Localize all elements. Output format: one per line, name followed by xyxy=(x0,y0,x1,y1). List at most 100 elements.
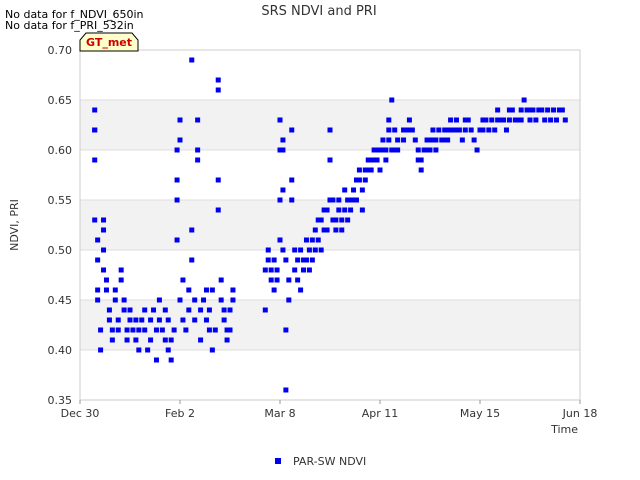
y-tick-label: 0.45 xyxy=(48,294,73,307)
data-point xyxy=(306,267,312,273)
data-point xyxy=(309,237,315,243)
data-point xyxy=(192,297,198,303)
data-point xyxy=(136,327,142,333)
data-point xyxy=(374,157,380,163)
data-point xyxy=(462,127,468,133)
data-point xyxy=(92,217,98,223)
data-point xyxy=(168,357,174,363)
data-point xyxy=(186,287,192,293)
data-point xyxy=(268,267,274,273)
data-point xyxy=(92,107,98,113)
y-axis-label: NDVI, PRI xyxy=(8,199,21,251)
data-point xyxy=(377,167,383,173)
data-point xyxy=(127,307,133,313)
data-point xyxy=(171,327,177,333)
data-point xyxy=(401,137,407,143)
data-point xyxy=(277,237,283,243)
data-point xyxy=(106,317,112,323)
data-point xyxy=(383,147,389,153)
data-point xyxy=(209,287,215,293)
data-point xyxy=(106,307,112,313)
data-point xyxy=(295,257,301,263)
data-point xyxy=(468,127,474,133)
data-point xyxy=(436,127,442,133)
data-point xyxy=(103,277,109,283)
note-no-data-pri: No data for f_PRI_532in xyxy=(5,19,134,32)
data-point xyxy=(386,137,392,143)
data-point xyxy=(292,247,298,253)
data-point xyxy=(289,197,295,203)
data-point xyxy=(318,247,324,253)
data-point xyxy=(209,347,215,353)
data-point xyxy=(277,197,283,203)
data-point xyxy=(486,127,492,133)
data-point xyxy=(230,287,236,293)
data-point xyxy=(165,317,171,323)
data-point xyxy=(133,337,139,343)
data-point xyxy=(121,297,127,303)
data-point xyxy=(301,267,307,273)
data-point xyxy=(133,317,139,323)
data-point xyxy=(115,327,121,333)
data-point xyxy=(92,127,98,133)
data-point xyxy=(518,117,524,123)
data-point xyxy=(539,107,545,113)
data-point xyxy=(465,117,471,123)
data-point xyxy=(530,107,536,113)
data-point xyxy=(101,247,107,253)
legend-label: PAR-SW NDVI xyxy=(293,455,366,468)
data-point xyxy=(474,147,480,153)
data-point xyxy=(101,217,107,223)
data-point xyxy=(356,167,362,173)
data-point xyxy=(156,297,162,303)
x-axis-ticks: Dec 30 Feb 2 Mar 8 Apr 11 May 15 Jun 18 xyxy=(61,400,598,420)
data-point xyxy=(315,237,321,243)
data-point xyxy=(306,247,312,253)
data-point xyxy=(165,347,171,353)
data-point xyxy=(324,207,330,213)
data-point xyxy=(183,327,189,333)
data-point xyxy=(174,197,180,203)
data-point xyxy=(295,277,301,283)
data-point xyxy=(395,137,401,143)
data-point xyxy=(283,257,289,263)
data-point xyxy=(386,117,392,123)
data-point xyxy=(298,287,304,293)
band-2 xyxy=(80,100,580,150)
data-point xyxy=(342,207,348,213)
data-point xyxy=(274,267,280,273)
x-tick-label: Jun 18 xyxy=(562,407,598,420)
data-point xyxy=(415,147,421,153)
data-point xyxy=(312,227,318,233)
data-point xyxy=(286,277,292,283)
data-point xyxy=(509,107,515,113)
data-point xyxy=(262,307,268,313)
data-point xyxy=(130,327,136,333)
data-point xyxy=(177,297,183,303)
data-point xyxy=(286,297,292,303)
data-point xyxy=(521,97,527,103)
data-point xyxy=(277,117,283,123)
data-point xyxy=(271,257,277,263)
data-point xyxy=(280,147,286,153)
data-point xyxy=(318,217,324,223)
data-point xyxy=(95,257,101,263)
data-point xyxy=(533,117,539,123)
data-point xyxy=(339,217,345,223)
data-point xyxy=(192,317,198,323)
data-point xyxy=(92,157,98,163)
chart-title: SRS NDVI and PRI xyxy=(261,4,376,19)
data-point xyxy=(201,297,207,303)
data-point xyxy=(101,267,107,273)
data-point xyxy=(339,227,345,233)
data-point xyxy=(162,307,168,313)
chart: SRS NDVI and PRI 0.35 0.40 0.45 0.50 0.55 0.6… xyxy=(8,4,598,468)
data-point xyxy=(280,187,286,193)
data-point xyxy=(368,167,374,173)
data-point xyxy=(168,337,174,343)
y-tick-label: 0.60 xyxy=(48,144,73,157)
data-point xyxy=(412,137,418,143)
data-point xyxy=(548,117,554,123)
data-point xyxy=(324,227,330,233)
data-point xyxy=(203,287,209,293)
